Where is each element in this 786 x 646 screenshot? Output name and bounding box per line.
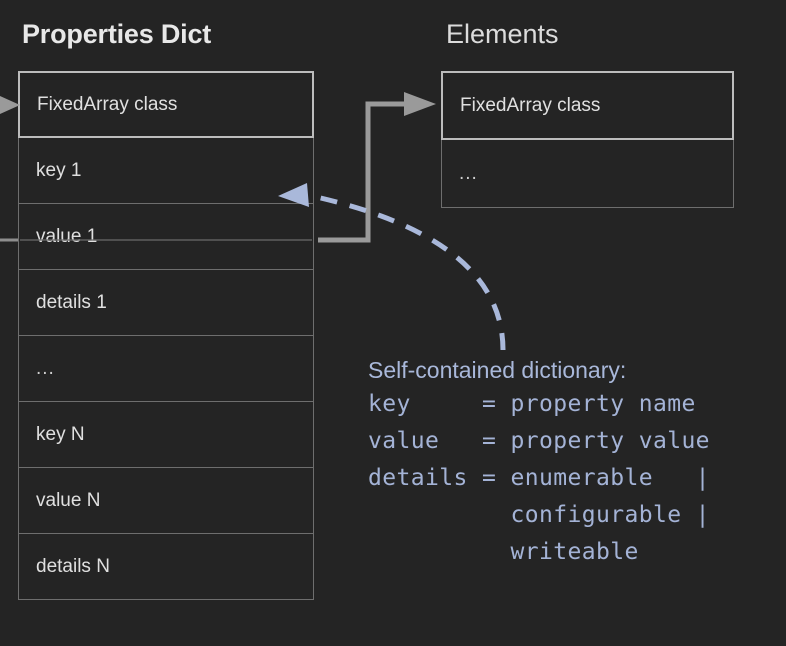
cell-label: ... <box>459 162 478 184</box>
cell-label: details 1 <box>36 291 107 313</box>
table-row: key 1 <box>18 137 314 204</box>
cell-label: value N <box>36 489 101 511</box>
table-row: value 1 <box>18 203 314 270</box>
table-row: details N <box>18 533 314 600</box>
cell-label: value 1 <box>36 225 98 247</box>
properties-dict-table: FixedArray class key 1 value 1 details 1… <box>18 71 314 606</box>
table-row: FixedArray class <box>18 71 314 138</box>
page-title-properties-dict: Properties Dict <box>22 19 212 49</box>
cell-label: ... <box>36 357 55 379</box>
table-row: ... <box>441 139 734 208</box>
cell-label: key 1 <box>36 159 82 181</box>
annotation-line-key: key = property name <box>368 391 696 417</box>
table-row: key N <box>18 401 314 468</box>
table-row: FixedArray class <box>441 71 734 140</box>
cell-label: details N <box>36 555 110 577</box>
table-row: details 1 <box>18 269 314 336</box>
cell-label: FixedArray class <box>460 94 601 116</box>
annotation-line-writeable: writeable <box>368 539 639 565</box>
annotation-note: Self-contained dictionary: key = propert… <box>368 355 710 571</box>
elements-pointer-elbow-arrow <box>318 92 436 243</box>
annotation-line-details: details = enumerable | <box>368 465 710 491</box>
cell-label: key N <box>36 423 85 445</box>
table-row: ... <box>18 335 314 402</box>
page-title-elements: Elements <box>446 19 559 49</box>
diagram-canvas: Properties Dict Elements FixedArray clas… <box>0 0 786 646</box>
incoming-class-pointer-arrow <box>0 96 20 114</box>
table-row: value N <box>18 467 314 534</box>
annotation-title: Self-contained dictionary: <box>368 357 627 383</box>
annotation-line-value: value = property value <box>368 428 710 454</box>
cell-label: FixedArray class <box>37 93 178 115</box>
elements-table: FixedArray class ... <box>441 71 734 208</box>
annotation-line-configurable: configurable | <box>368 502 710 528</box>
